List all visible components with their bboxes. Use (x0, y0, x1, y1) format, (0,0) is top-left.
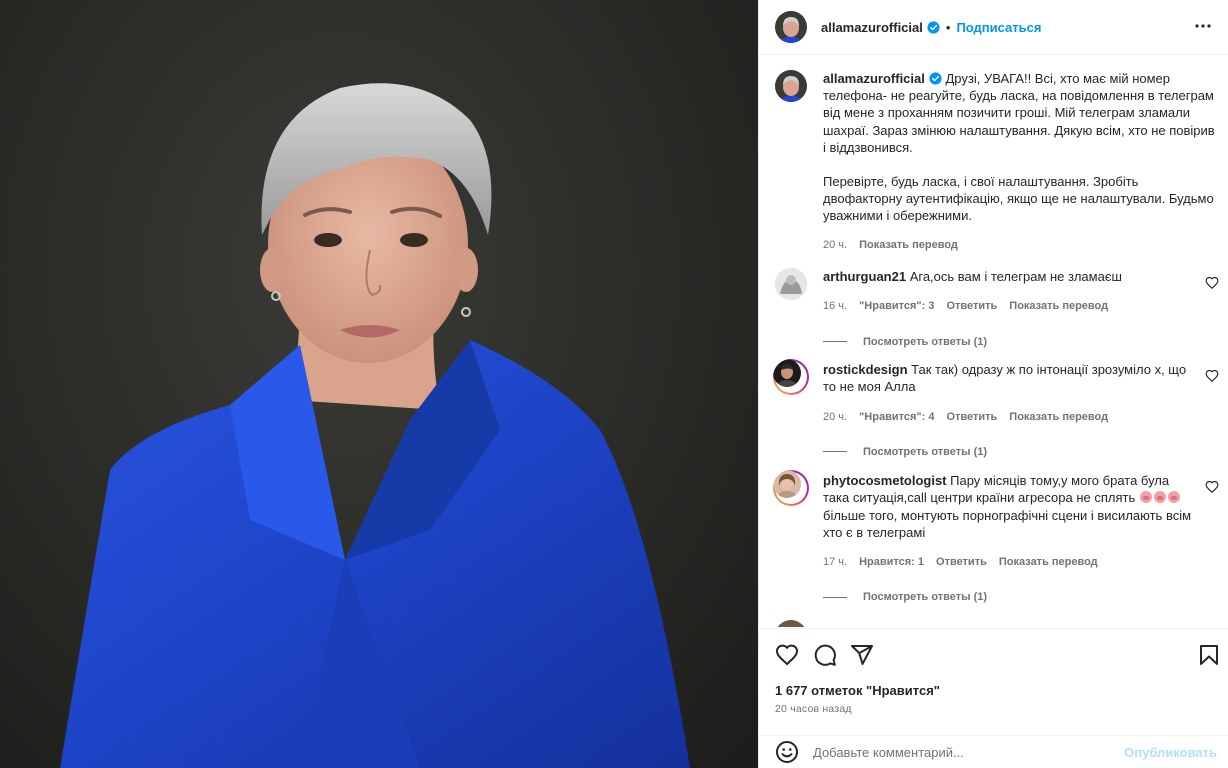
caption-username[interactable]: allamazurofficial (823, 71, 925, 86)
show-translation-link[interactable]: Показать перевод (999, 554, 1098, 571)
comment-text: Ага,ось вам і телеграм не зламаєш (909, 269, 1122, 284)
comment-input[interactable] (813, 744, 1113, 760)
comment-timestamp[interactable]: 16 ч. (823, 298, 847, 315)
commenter-avatar[interactable] (773, 359, 809, 395)
add-comment-form: Опубликовать (759, 735, 1228, 768)
view-replies-label: Посмотреть ответы (1) (863, 335, 988, 348)
replies-divider-line (823, 596, 847, 598)
view-replies-button[interactable]: Посмотреть ответы (1) (823, 591, 1215, 603)
verified-badge-icon (929, 72, 942, 85)
pig-face-emoji (1153, 491, 1166, 504)
comment-likes-count[interactable]: Нравится: 1 (859, 554, 924, 571)
likes-count[interactable]: 1 677 отметок "Нравится" (775, 683, 940, 698)
comment-timestamp[interactable]: 17 ч. (823, 554, 847, 571)
commenter-avatar[interactable] (775, 268, 807, 300)
comment-icon[interactable] (813, 643, 837, 667)
commenter-username[interactable]: rostickdesign (823, 362, 908, 377)
caption-text-paragraph-2: Перевірте, будь ласка, і свої налаштуван… (823, 174, 1214, 224)
view-replies-button[interactable]: Посмотреть ответы (1) (823, 336, 1215, 348)
comment-item: phytocosmetologist Пару місяців тому,у м… (773, 470, 1219, 603)
follow-button[interactable]: Подписаться (956, 20, 1041, 35)
post-header: allamazurofficial • Подписаться (759, 0, 1228, 55)
author-avatar[interactable] (775, 70, 807, 102)
like-comment-heart-icon[interactable] (1205, 276, 1219, 290)
view-replies-label: Посмотреть ответы (1) (863, 445, 988, 458)
comment-item: arthurguan21 Ага,ось вам і телеграм не з… (775, 268, 1219, 348)
pig-face-emoji (1139, 491, 1152, 504)
author-avatar[interactable] (775, 11, 807, 43)
separator-dot: • (945, 19, 951, 35)
caption-timestamp[interactable]: 20 ч. (823, 237, 847, 254)
view-replies-label: Посмотреть ответы (1) (863, 591, 988, 604)
like-comment-heart-icon[interactable] (1205, 369, 1219, 383)
comment-text-part-2: більше того, монтують порнографічні сцен… (823, 507, 1192, 540)
verified-badge-icon (927, 20, 940, 34)
portrait-image (60, 83, 690, 768)
bookmark-icon[interactable] (1197, 643, 1221, 667)
show-translation-link[interactable]: Показать перевод (1009, 409, 1108, 426)
commenter-avatar[interactable] (773, 470, 809, 506)
view-replies-button[interactable]: Посмотреть ответы (1) (823, 446, 1215, 458)
comment-item: rostickdesign Так так) одразу ж по інтон… (773, 359, 1219, 458)
share-icon[interactable] (850, 643, 874, 667)
post-timestamp[interactable]: 20 часов назад (775, 703, 852, 715)
post-side-panel: allamazurofficial • Подписаться allamazu… (758, 0, 1228, 768)
reply-button[interactable]: Ответить (936, 554, 987, 571)
publish-button[interactable]: Опубликовать (1124, 745, 1217, 760)
commenter-avatar-partial[interactable] (775, 620, 807, 627)
comment-likes-count[interactable]: "Нравится": 4 (859, 409, 934, 426)
instagram-post-modal: allamazurofficial • Подписаться allamazu… (0, 0, 1228, 768)
reply-button[interactable]: Ответить (946, 298, 997, 315)
commenter-username[interactable]: arthurguan21 (823, 269, 906, 284)
replies-divider-line (823, 341, 847, 343)
like-comment-heart-icon[interactable] (1205, 480, 1219, 494)
comment-likes-count[interactable]: "Нравится": 3 (859, 298, 934, 315)
comment-timestamp[interactable]: 20 ч. (823, 409, 847, 426)
commenter-username[interactable]: phytocosmetologist (823, 473, 947, 488)
more-options-icon[interactable] (1191, 14, 1215, 38)
show-translation-link[interactable]: Показать перевод (859, 237, 958, 254)
emoji-icon[interactable] (775, 740, 799, 764)
reply-button[interactable]: Ответить (946, 409, 997, 426)
replies-divider-line (823, 451, 847, 453)
comments-list[interactable]: allamazurofficial Друзі, УВАГА!! Всі, хт… (759, 56, 1228, 627)
heart-icon[interactable] (775, 643, 799, 667)
pig-face-emoji (1167, 491, 1180, 504)
author-username[interactable]: allamazurofficial (821, 20, 923, 35)
post-photo[interactable] (0, 0, 758, 768)
show-translation-link[interactable]: Показать перевод (1009, 298, 1108, 315)
post-caption: allamazurofficial Друзі, УВАГА!! Всі, хт… (775, 70, 1215, 254)
